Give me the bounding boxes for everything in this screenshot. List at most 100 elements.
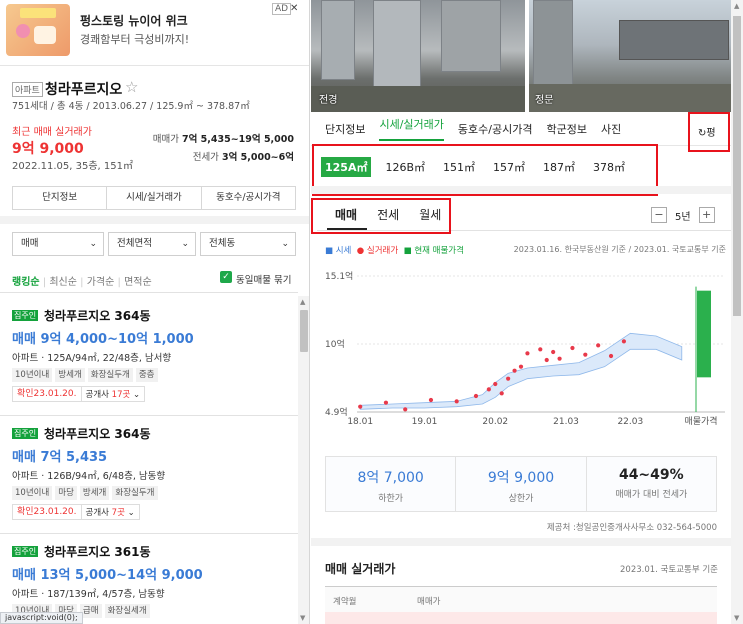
stat-high: 9억 9,000 상한가 (456, 457, 587, 511)
jeonse-range: 전세가 3억 5,000~6억 (94, 149, 294, 163)
listing-panel: 펑스토링 뉴이어 위크 경쾌함부터 극성비까지! AD ✕ 아파트 청라푸르지오… (0, 0, 310, 624)
listing-tag: 화장실두개 (112, 486, 158, 500)
listing-tags: 10년이내 방세개 화장실두개 중층 (12, 368, 158, 382)
highlight-box (311, 198, 451, 234)
sort-latest[interactable]: 최신순 (49, 277, 77, 288)
sale-range-value: 7억 5,435~19억 5,000 (182, 134, 294, 145)
agent-count[interactable]: 공개사 17곳 ⌄ (82, 388, 145, 400)
legend-listing: ■ 현재 매물가격 (403, 246, 464, 256)
nav-unit-price[interactable]: 동호수/공시가격 (458, 121, 533, 137)
highlight-box (688, 112, 730, 152)
tab-complex-info[interactable]: 단지정보 (13, 187, 108, 209)
stat-low-value: 8억 7,000 (357, 470, 424, 486)
listing-tag: 10년이내 (12, 486, 53, 500)
scroll-up-icon[interactable]: ▲ (300, 298, 305, 306)
deal-point (493, 381, 498, 387)
nav-price[interactable]: 시세/실거래가 (379, 116, 443, 141)
same-listing-label[interactable]: 동일매물 묶기 (236, 272, 291, 286)
deal-type-select[interactable]: 매매 ⌄ (12, 232, 104, 256)
favorite-star-icon[interactable]: ☆ (125, 78, 138, 96)
ad-banner[interactable]: 펑스토링 뉴이어 위크 경쾌함부터 극성비까지! AD ✕ (0, 0, 309, 66)
nav-complex-info[interactable]: 단지정보 (325, 121, 365, 137)
listing-title[interactable]: 청라푸르지오 364동 (44, 425, 151, 442)
deal-point (499, 391, 504, 396)
photo-gate[interactable]: 정문 (529, 0, 743, 112)
listing-confirm[interactable]: 확인23.01.20. 공개사 7곳 ⌄ (12, 504, 140, 520)
agent-count[interactable]: 공개사 7곳 ⌄ (82, 506, 139, 518)
listing-tag: 화장실세개 (104, 604, 150, 618)
period-label: 5년 (675, 211, 691, 223)
same-listing-checkbox[interactable]: ✓ (220, 271, 232, 283)
x-tick-label: 19.01 (412, 417, 438, 427)
stat-high-value: 9억 9,000 (487, 470, 555, 486)
listing-tags: 10년이내 마당 방세개 화장실두개 (12, 486, 158, 500)
tab-unit-price[interactable]: 동호수/공시가격 (202, 187, 295, 209)
ad-thumbnail[interactable] (6, 4, 70, 56)
deal-point (518, 364, 524, 369)
zoom-in-button[interactable]: + (698, 207, 715, 223)
recent-deal-price: 9억 9,000 (12, 141, 84, 157)
nav-photos[interactable]: 사진 (601, 121, 621, 137)
nav-school[interactable]: 학군정보 (546, 121, 586, 137)
listing-spec: 아파트 · 126B/94㎡, 6/48층, 남동향 (12, 471, 166, 482)
sale-range: 매매가 7억 5,435~19억 5,000 (94, 131, 294, 145)
listing-tag: 급매 (79, 604, 102, 618)
deal-point (358, 404, 363, 409)
scrollbar-thumb[interactable] (733, 16, 741, 316)
listing-confirm[interactable]: 확인23.01.20. 공개사 17곳 ⌄ (12, 386, 146, 402)
complex-tabs: 단지정보 시세/실거래가 동호수/공시가격 (12, 186, 296, 210)
tab-price[interactable]: 시세/실거래가 (107, 187, 202, 209)
deal-type-value: 매매 (21, 238, 39, 249)
area-value: 전체면적 (117, 238, 152, 249)
listing-title[interactable]: 청라푸르지오 364동 (44, 307, 151, 324)
listing-price: 매매 7억 5,435 (12, 450, 108, 465)
deal-point (583, 352, 588, 357)
stat-ratio-label: 매매가 대비 전세가 (615, 490, 688, 500)
scrollbar-thumb[interactable] (300, 310, 308, 352)
listing-item[interactable]: 집주인 청라푸르지오 364동 매매 7억 5,435 아파트 · 126B/9… (0, 416, 298, 534)
deal-point (506, 376, 511, 381)
deal-table-header: 계약월 매매가 (325, 586, 717, 612)
chart-legend: ■ 시세 ● 실거래가 ■ 현재 매물가격 (325, 244, 464, 256)
list-scrollbar[interactable]: ▲ ▼ (298, 296, 309, 624)
deal-section-source: 2023.01. 국토교통부 기준 (620, 565, 718, 575)
col-contract-month: 계약월 (333, 597, 357, 607)
deal-point (570, 345, 575, 351)
dong-select[interactable]: 전체동 ⌄ (200, 232, 296, 256)
dong-value: 전체동 (209, 238, 236, 249)
table-row[interactable] (325, 612, 717, 624)
listing-tag: 화장실두개 (87, 368, 133, 382)
photo-overview[interactable]: 전경 (311, 0, 525, 112)
deal-point (525, 351, 530, 356)
zoom-out-button[interactable]: − (651, 207, 667, 223)
chart-source: 2023.01.16. 한국부동산원 기준 / 2023.01. 국토교통부 기… (513, 245, 726, 254)
scroll-up-icon[interactable]: ▲ (734, 2, 739, 10)
sort-area[interactable]: 면적순 (124, 277, 152, 288)
deal-point (403, 407, 408, 412)
x-tick-label: 21.03 (553, 417, 579, 427)
deal-point (486, 387, 491, 392)
stat-high-label: 상한가 (508, 494, 534, 504)
area-select[interactable]: 전체면적 ⌄ (108, 232, 196, 256)
scroll-down-icon[interactable]: ▼ (300, 614, 305, 622)
listing-item[interactable]: 집주인 청라푸르지오 361동 매매 13억 5,000~14억 9,000 아… (0, 534, 298, 624)
listing-item[interactable]: 집주인 청라푸르지오 364동 매매 9억 4,000~10억 1,000 아파… (0, 298, 298, 416)
divider (0, 216, 309, 224)
ad-close-icon[interactable]: ✕ (290, 3, 298, 14)
sort-ranking[interactable]: 랭킹순 (12, 277, 40, 288)
price-chart[interactable]: 15.1억 10억 4.9억18.01 19.01 20.02 21.03 22.03 매물가… (311, 262, 731, 437)
ad-subtitle[interactable]: 경쾌함부터 극성비까지! (80, 31, 189, 47)
deal-point (551, 349, 556, 355)
ad-title[interactable]: 펑스토링 뉴이어 위크 (80, 12, 188, 29)
listing-title[interactable]: 청라푸르지오 361동 (44, 543, 151, 560)
listing-tag: 마당 (55, 486, 77, 500)
listing-price: 매매 9억 4,000~10억 1,000 (12, 332, 194, 347)
deal-point (428, 397, 434, 403)
sort-price[interactable]: 가격순 (87, 277, 115, 288)
owner-badge: 집주인 (12, 546, 39, 557)
x-tick-label: 매물가격 (684, 415, 717, 427)
deal-point (454, 399, 459, 404)
detail-scrollbar[interactable]: ▲ ▼ (731, 0, 743, 624)
scroll-down-icon[interactable]: ▼ (734, 614, 739, 622)
y-tick-label: 4.9억 (325, 406, 348, 418)
